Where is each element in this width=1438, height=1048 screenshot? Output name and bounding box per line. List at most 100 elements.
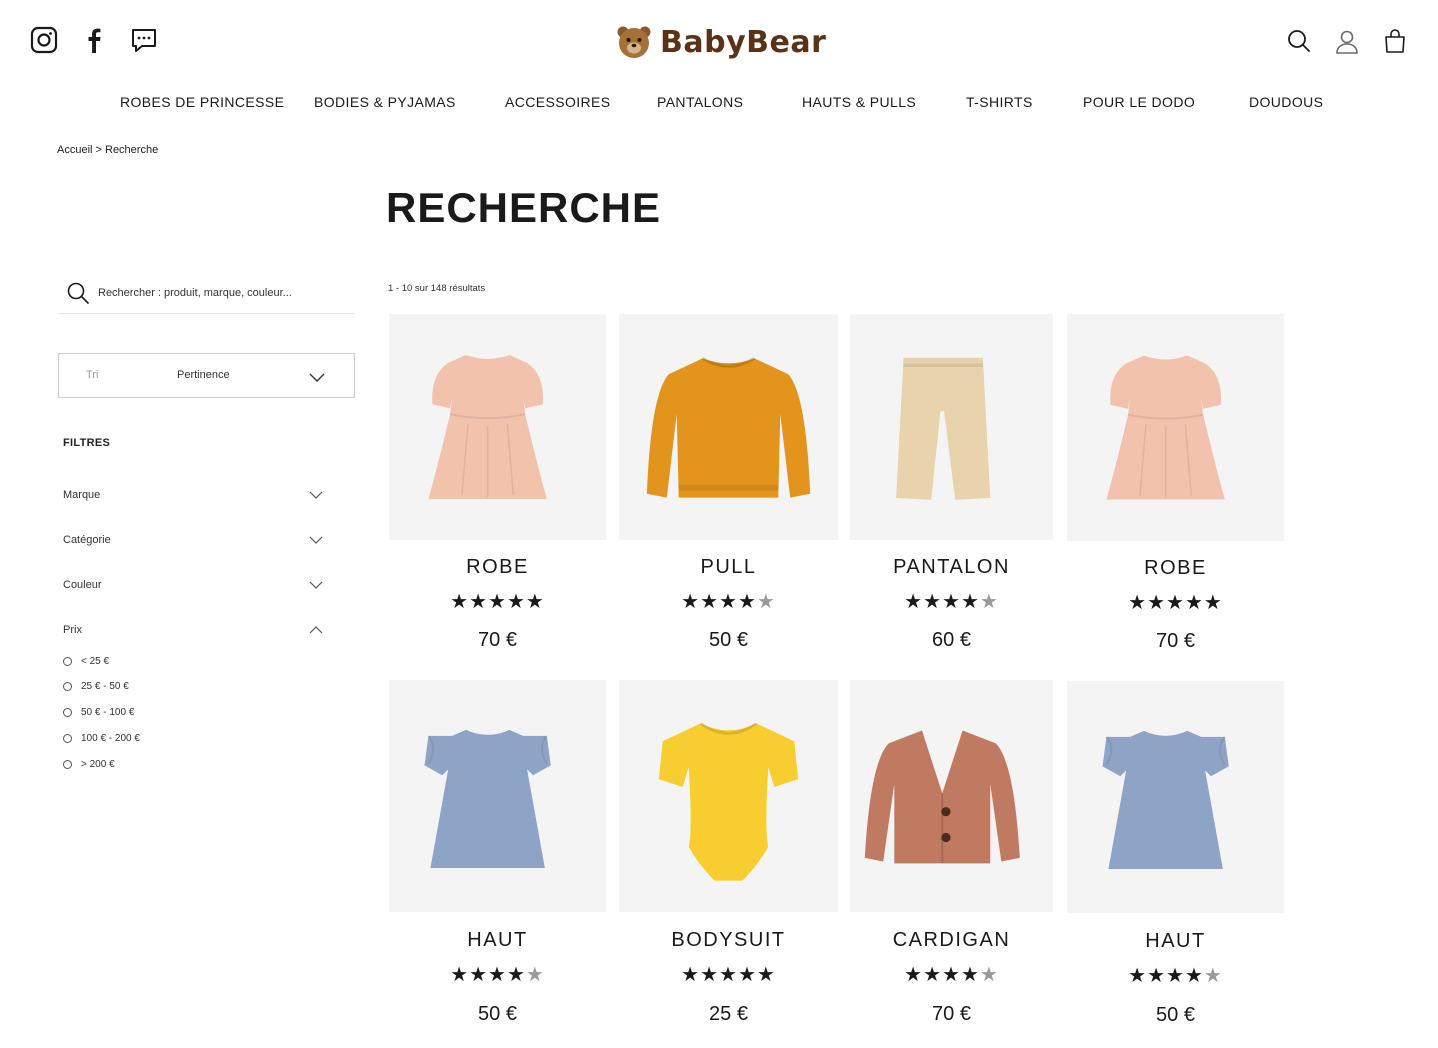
filter-label: Couleur	[63, 579, 102, 591]
radio-button[interactable]	[63, 681, 72, 691]
star-filled-icon: ★	[1147, 965, 1167, 987]
pants-illustration	[896, 357, 991, 500]
product-rating: ★★★★★	[389, 592, 606, 612]
brand-logo[interactable]: BabyBear	[616, 24, 826, 60]
product-image[interactable]	[850, 680, 1053, 912]
chevron-down-icon	[309, 581, 323, 589]
product-rating: ★★★★★	[1067, 966, 1284, 986]
star-filled-icon: ★	[737, 591, 757, 613]
filter-label: Prix	[63, 624, 82, 636]
product-image[interactable]	[389, 680, 606, 912]
star-filled-icon: ★	[923, 964, 943, 986]
price-option[interactable]: 50 € - 100 €	[63, 705, 134, 719]
radio-button[interactable]	[63, 707, 72, 717]
price-option-label: > 200 €	[81, 758, 115, 770]
radio-button[interactable]	[63, 656, 72, 666]
star-filled-icon: ★	[488, 591, 507, 613]
product-rating: ★★★★★	[619, 592, 838, 612]
product-image[interactable]	[619, 680, 838, 912]
radio-button[interactable]	[63, 733, 72, 743]
star-filled-icon: ★	[506, 591, 526, 613]
search-icon[interactable]	[66, 281, 90, 305]
product-rating: ★★★★★	[850, 965, 1053, 985]
star-filled-icon: ★	[700, 591, 720, 613]
nav-doudous[interactable]: DOUDOUS	[1249, 94, 1323, 110]
product-image[interactable]	[850, 314, 1053, 540]
product-rating: ★★★★★	[850, 592, 1053, 612]
star-filled-icon: ★	[1166, 592, 1185, 614]
product-name[interactable]: BODYSUIT	[619, 929, 838, 952]
bag-icon[interactable]	[1382, 28, 1408, 54]
filters-heading: FILTRES	[63, 437, 111, 449]
nav-hauts-pulls[interactable]: HAUTS & PULLS	[802, 94, 916, 110]
user-actions	[1286, 28, 1408, 54]
product-image[interactable]	[389, 314, 606, 540]
nav-pour-le-dodo[interactable]: POUR LE DODO	[1083, 94, 1195, 110]
bear-logo-icon	[617, 26, 651, 58]
product-price: 60 €	[932, 629, 971, 651]
star-filled-icon: ★	[960, 964, 980, 986]
star-filled-icon: ★	[681, 591, 701, 613]
star-empty-icon: ★	[756, 591, 776, 613]
star-filled-icon: ★	[450, 964, 470, 986]
price-option[interactable]: 25 € - 50 €	[63, 679, 129, 693]
instagram-icon[interactable]	[30, 26, 58, 54]
star-filled-icon: ★	[942, 964, 961, 986]
product-image[interactable]	[619, 314, 838, 540]
account-icon[interactable]	[1334, 28, 1360, 54]
star-filled-icon: ★	[960, 591, 980, 613]
dress-illustration	[428, 354, 547, 500]
star-filled-icon: ★	[1184, 965, 1204, 987]
star-empty-icon: ★	[979, 964, 999, 986]
search-icon[interactable]	[1286, 28, 1312, 54]
product-name[interactable]: ROBE	[1067, 557, 1284, 580]
radio-button[interactable]	[63, 759, 72, 769]
product-image[interactable]	[1067, 681, 1284, 913]
star-filled-icon: ★	[942, 591, 961, 613]
cardigan-illustration	[864, 730, 1020, 864]
price-option-label: < 25 €	[81, 655, 110, 667]
star-empty-icon: ★	[525, 964, 545, 986]
star-filled-icon: ★	[1128, 592, 1148, 614]
price-option[interactable]: > 200 €	[63, 757, 115, 771]
filter-prix[interactable]: Prix	[63, 621, 323, 641]
nav-accessoires[interactable]: ACCESSOIRES	[505, 94, 611, 110]
product-name[interactable]: HAUT	[389, 929, 606, 952]
star-empty-icon: ★	[1203, 965, 1223, 987]
star-filled-icon: ★	[700, 964, 720, 986]
product-price: 70 €	[1156, 630, 1195, 652]
product-name[interactable]: PANTALON	[850, 556, 1053, 579]
product-name[interactable]: PULL	[619, 556, 838, 579]
filter-marque[interactable]: Marque	[63, 486, 323, 506]
price-option-label: 100 € - 200 €	[81, 732, 140, 744]
product-image[interactable]	[1067, 314, 1284, 541]
nav-bodies-pyjamas[interactable]: BODIES & PYJAMAS	[314, 94, 456, 110]
sort-label: Tri	[86, 369, 99, 381]
sort-select[interactable]: Tri Pertinence	[58, 353, 355, 398]
nav-robes-de-princesse[interactable]: ROBES DE PRINCESSE	[120, 94, 284, 110]
filter-categorie[interactable]: Catégorie	[63, 531, 323, 551]
star-filled-icon: ★	[719, 591, 738, 613]
nav-t-shirts[interactable]: T-SHIRTS	[966, 94, 1033, 110]
bodysuit-illustration	[658, 722, 799, 881]
star-filled-icon: ★	[525, 591, 545, 613]
product-name[interactable]: CARDIGAN	[850, 929, 1053, 952]
chat-icon[interactable]	[130, 26, 158, 54]
breadcrumb[interactable]: Accueil > Recherche	[57, 144, 158, 156]
price-option[interactable]: < 25 €	[63, 654, 109, 668]
sweater-illustration	[646, 357, 811, 498]
brand-name: BabyBear	[660, 24, 827, 60]
product-name[interactable]: HAUT	[1067, 930, 1284, 953]
filter-couleur[interactable]: Couleur	[63, 576, 323, 596]
product-price: 50 €	[709, 629, 748, 651]
facebook-icon[interactable]	[80, 26, 108, 54]
price-option[interactable]: 100 € - 200 €	[63, 731, 140, 745]
search-input[interactable]	[98, 286, 338, 299]
product-price: 70 €	[932, 1003, 971, 1025]
star-filled-icon: ★	[756, 964, 776, 986]
nav-pantalons[interactable]: PANTALONS	[657, 94, 743, 110]
product-price: 25 €	[709, 1003, 748, 1025]
chevron-down-icon	[309, 536, 323, 544]
product-name[interactable]: ROBE	[389, 556, 606, 579]
product-rating: ★★★★★	[619, 965, 838, 985]
